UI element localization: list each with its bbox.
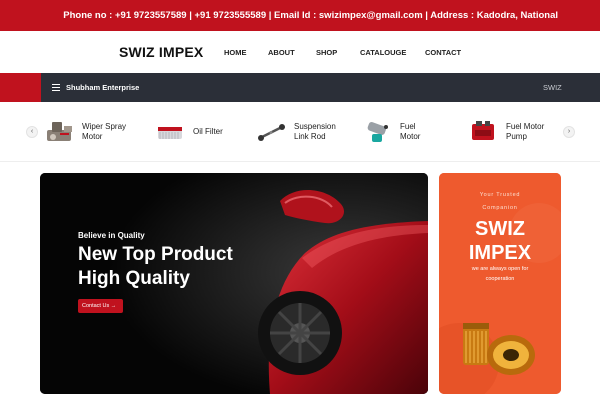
main-navbar: SWIZ IMPEX HOME ABOUT SHOP CATALOUGE CON… bbox=[0, 31, 600, 73]
product-item-fuel-motor[interactable]: Fuel Motor bbox=[362, 112, 420, 152]
promo-banner[interactable]: Your Trusted Companion SWIZ IMPEX we are… bbox=[439, 173, 561, 394]
product-item-fuel-motor-pump[interactable]: Fuel Motor Pump bbox=[468, 112, 544, 152]
site-logo[interactable]: SWIZ IMPEX bbox=[119, 44, 203, 60]
category-bar-right-text: SWIZ bbox=[543, 83, 562, 92]
contact-info-text: Phone no : +91 9723557589 | +91 97235555… bbox=[63, 10, 558, 21]
product-label: Fuel Motor bbox=[400, 122, 421, 141]
category-bar: Shubham Enterprise SWIZ bbox=[0, 73, 600, 102]
hero-heading: New Top Product High Quality bbox=[78, 244, 233, 289]
carousel-next-button[interactable]: › bbox=[563, 126, 575, 138]
promo-brand: SWIZ bbox=[475, 218, 525, 240]
wiper-motor-icon bbox=[44, 118, 76, 146]
promo-subtext: we are always open for bbox=[471, 266, 529, 272]
nav-about[interactable]: ABOUT bbox=[268, 48, 295, 57]
promo-tagline: Your Trusted bbox=[479, 192, 521, 198]
promo-tagline-2: Companion bbox=[482, 205, 518, 211]
product-label: Wiper Spray Motor bbox=[82, 122, 127, 141]
hero-banner: Believe in Quality New Top Product High … bbox=[40, 173, 428, 394]
hamburger-menu-icon[interactable] bbox=[52, 84, 60, 91]
product-item-suspension-link-rod[interactable]: Suspension Link Rod bbox=[256, 112, 336, 152]
fuel-pump-icon bbox=[468, 118, 500, 146]
category-bar-accent bbox=[0, 73, 41, 102]
nav-home[interactable]: HOME bbox=[224, 48, 247, 57]
nav-contact[interactable]: CONTACT bbox=[425, 48, 461, 57]
nav-catalogue[interactable]: CATALOUGE bbox=[360, 48, 406, 57]
product-item-oil-filter[interactable]: Oil Filter bbox=[155, 112, 223, 152]
fuel-motor-icon bbox=[362, 118, 394, 146]
link-rod-icon bbox=[256, 118, 288, 146]
promo-brand-2: IMPEX bbox=[468, 242, 532, 264]
contact-us-button[interactable]: Contact Us → bbox=[78, 299, 123, 313]
product-label: Suspension Link Rod bbox=[294, 122, 336, 141]
product-item-wiper-spray-motor[interactable]: Wiper Spray Motor bbox=[44, 112, 126, 152]
carousel-prev-button[interactable]: ‹ bbox=[26, 126, 38, 138]
promo-subtext-2: cooperation bbox=[485, 276, 515, 282]
hero-kicker: Believe in Quality bbox=[78, 231, 145, 240]
oil-filter-icon bbox=[155, 118, 187, 146]
nav-shop[interactable]: SHOP bbox=[316, 48, 337, 57]
product-label: Fuel Motor Pump bbox=[506, 122, 545, 141]
product-carousel: ‹ Wiper Spray Motor Oil Filter Suspensio… bbox=[0, 102, 600, 162]
category-title[interactable]: Shubham Enterprise bbox=[66, 83, 139, 92]
product-label: Oil Filter bbox=[193, 127, 223, 136]
contact-topbar: Phone no : +91 9723557589 | +91 97235555… bbox=[0, 0, 600, 31]
arrow-right-icon: → bbox=[110, 303, 117, 309]
